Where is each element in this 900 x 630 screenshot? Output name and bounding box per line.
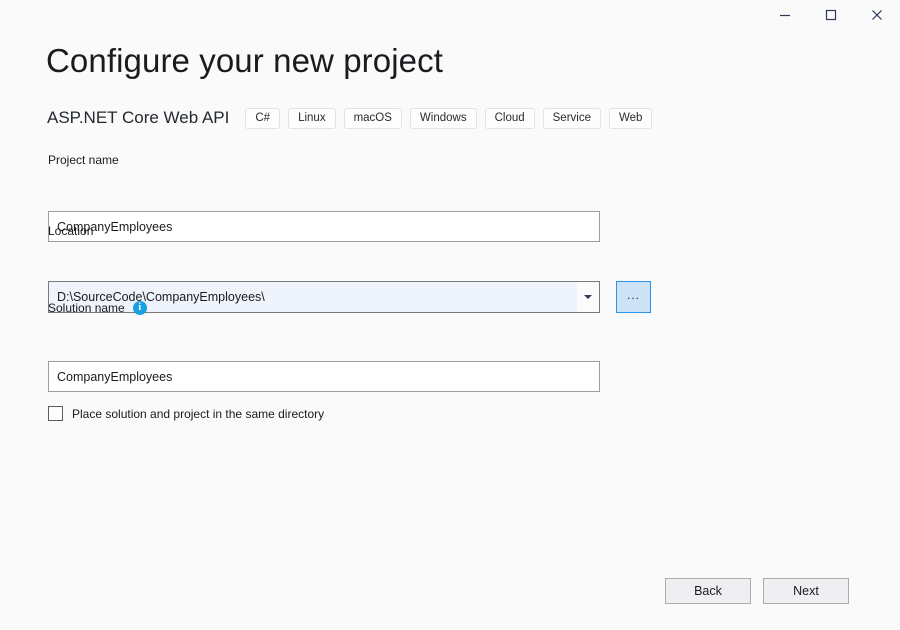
minimize-button[interactable] (762, 0, 808, 30)
close-button[interactable] (854, 0, 900, 30)
dialog-footer: Back Next (0, 578, 900, 604)
template-tag-cloud: Cloud (484, 107, 535, 129)
back-button[interactable]: Back (665, 578, 751, 604)
location-dropdown-button[interactable] (577, 282, 599, 312)
page-title: Configure your new project (46, 42, 443, 79)
template-summary: ASP.NET Core Web API C# Linux macOS Wind… (47, 106, 653, 130)
template-tag-list: C# Linux macOS Windows Cloud Service Web (245, 107, 653, 129)
maximize-button[interactable] (808, 0, 854, 30)
minimize-icon (779, 9, 791, 21)
project-name-input[interactable] (48, 211, 600, 242)
project-name-label: Project name (48, 153, 119, 167)
template-tag-service: Service (542, 107, 601, 129)
configure-project-page: Configure your new project ASP.NET Core … (0, 32, 900, 630)
location-label: Location (48, 224, 94, 238)
same-directory-checkbox-row[interactable]: Place solution and project in the same d… (48, 406, 324, 421)
solution-name-input[interactable] (48, 361, 600, 392)
maximize-icon (825, 9, 837, 21)
info-icon[interactable]: i (132, 301, 147, 315)
same-directory-checkbox[interactable] (48, 406, 63, 421)
close-icon (871, 9, 883, 21)
template-name: ASP.NET Core Web API (47, 108, 230, 127)
template-tag-macos: macOS (343, 107, 402, 129)
solution-name-label: Solution name i (48, 301, 147, 315)
template-tag-linux: Linux (288, 107, 336, 129)
template-tag-web: Web (609, 107, 653, 129)
solution-name-label-text: Solution name (48, 301, 125, 315)
window-titlebar (0, 0, 900, 32)
browse-location-button[interactable]: ... (616, 281, 651, 313)
template-tag-csharp: C# (245, 107, 281, 129)
same-directory-label: Place solution and project in the same d… (72, 406, 325, 421)
template-tag-windows: Windows (409, 107, 477, 129)
chevron-down-icon (584, 295, 592, 299)
next-button[interactable]: Next (763, 578, 849, 604)
